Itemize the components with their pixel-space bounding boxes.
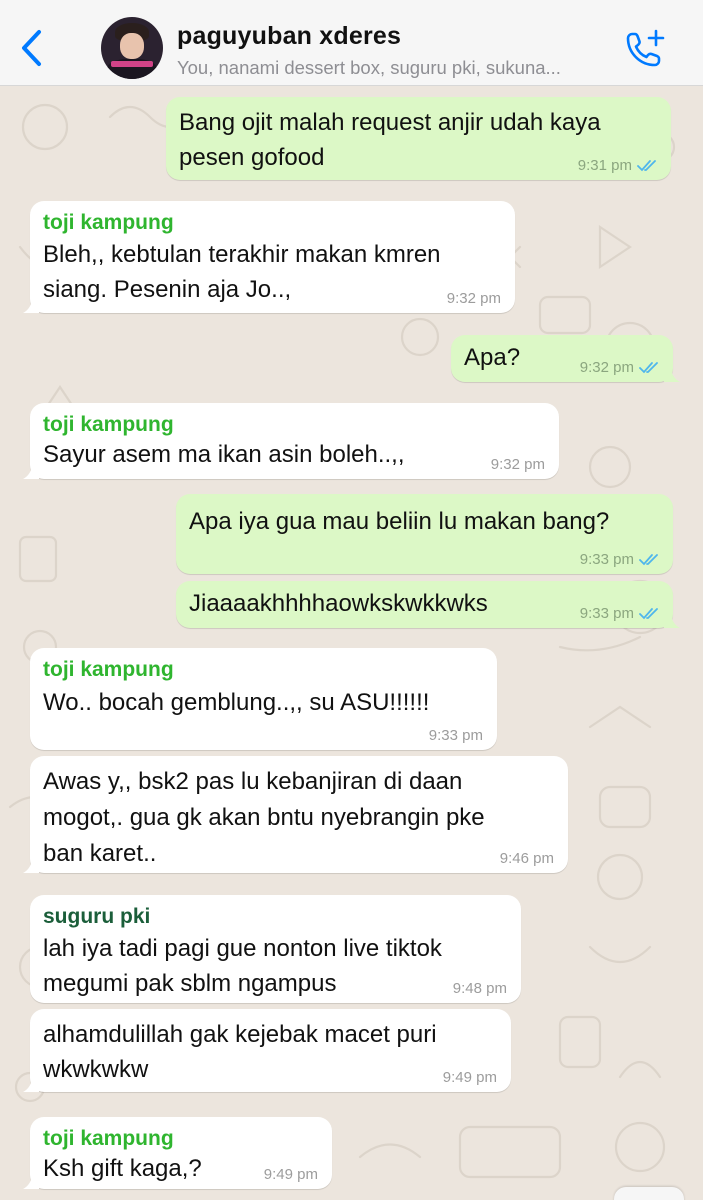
message-meta: 9:48 pm [453, 980, 507, 997]
message-bubble-incoming[interactable]: toji kampung Sayur asem ma ikan asin bol… [23, 403, 559, 479]
message-time: 9:33 pm [428, 727, 483, 744]
chat-header: paguyuban xderes You, nanami dessert box… [0, 0, 703, 86]
message-bubble-incoming[interactable]: toji kampung Wo.. bocah gemblung..,, su … [30, 648, 497, 750]
message-bubble-incoming[interactable]: Awas y,, bsk2 pas lu kebanjiran di daan … [23, 756, 568, 873]
message-bubble-outgoing[interactable]: Bang ojit malah request anjir udah kaya … [166, 97, 671, 180]
group-avatar[interactable] [101, 17, 163, 79]
message-time: 9:48 pm [452, 980, 507, 997]
read-receipt-icon [637, 159, 656, 171]
sender-name[interactable]: toji kampung [43, 411, 546, 439]
message-bubble-incoming[interactable]: suguru pki lah iya tadi pagi gue nonton … [30, 895, 521, 1003]
message-meta: 9:32 pm [580, 359, 659, 376]
message-bubble-incoming[interactable]: toji kampung Bleh,, kebtulan terakhir ma… [23, 201, 515, 313]
group-members-subtitle[interactable]: You, nanami dessert box, suguru pki, suk… [177, 57, 617, 79]
chat-area[interactable]: Bang ojit malah request anjir udah kaya … [0, 87, 703, 1200]
message-meta: 9:32 pm [491, 456, 545, 473]
message-meta: 9:33 pm [580, 605, 659, 622]
sender-name[interactable]: suguru pki [43, 903, 508, 931]
message-text: Sayur asem ma ikan asin boleh..,, [43, 441, 405, 468]
message-bubble-incoming[interactable]: alhamdulillah gak kejebak macet puri wkw… [23, 1009, 511, 1092]
message-meta: 9:33 pm [429, 727, 483, 744]
message-time: 9:46 pm [499, 850, 554, 867]
back-button[interactable] [14, 26, 48, 70]
read-receipt-icon [639, 361, 658, 373]
message-text: Wo.. bocah gemblung..,, su ASU!!!!!! [43, 689, 430, 716]
message-time: 9:32 pm [490, 456, 545, 473]
message-meta: 9:31 pm [578, 157, 657, 174]
message-bubble-outgoing[interactable]: Apa? 9:32 pm [451, 335, 680, 382]
group-title[interactable]: paguyuban xderes [177, 22, 401, 51]
phone-plus-icon [626, 29, 665, 67]
message-time: 9:32 pm [446, 290, 501, 307]
message-meta: 9:46 pm [500, 850, 554, 867]
message-time: 9:33 pm [579, 551, 634, 568]
message-text: Awas y,, bsk2 pas lu kebanjiran di daan … [43, 768, 485, 867]
message-time: 9:32 pm [579, 359, 634, 376]
message-time: 9:33 pm [579, 605, 634, 622]
message-text: alhamdulillah gak kejebak macet puri wkw… [43, 1021, 437, 1083]
message-text: Apa iya gua mau beliin lu makan bang? [189, 508, 610, 535]
sender-name[interactable]: toji kampung [43, 1125, 319, 1153]
message-text: lah iya tadi pagi gue nonton live tiktok… [43, 935, 442, 997]
sender-name[interactable]: toji kampung [43, 209, 502, 237]
add-call-button[interactable] [620, 28, 668, 72]
message-meta: 9:49 pm [443, 1069, 497, 1086]
read-receipt-icon [639, 553, 658, 565]
sender-name[interactable]: toji kampung [43, 656, 484, 684]
message-meta: 9:32 pm [447, 290, 501, 307]
message-time: 9:49 pm [263, 1166, 318, 1183]
message-meta: 9:33 pm [580, 551, 659, 568]
message-bubble-outgoing[interactable]: Jiaaaakhhhhaowkskwkkwks 9:33 pm [176, 581, 680, 628]
chevron-left-icon [22, 30, 41, 66]
read-receipt-icon [639, 607, 658, 619]
message-bubble-incoming[interactable]: toji kampung Ksh gift kaga,? 9:49 pm [23, 1117, 332, 1189]
message-text: Bleh,, kebtulan terakhir makan kmren sia… [43, 241, 441, 303]
message-meta: 9:49 pm [264, 1166, 318, 1183]
message-time: 9:31 pm [577, 157, 632, 174]
scroll-to-bottom-button[interactable] [614, 1187, 684, 1200]
message-bubble-outgoing[interactable]: Apa iya gua mau beliin lu makan bang? 9:… [176, 494, 673, 574]
message-time: 9:49 pm [442, 1069, 497, 1086]
